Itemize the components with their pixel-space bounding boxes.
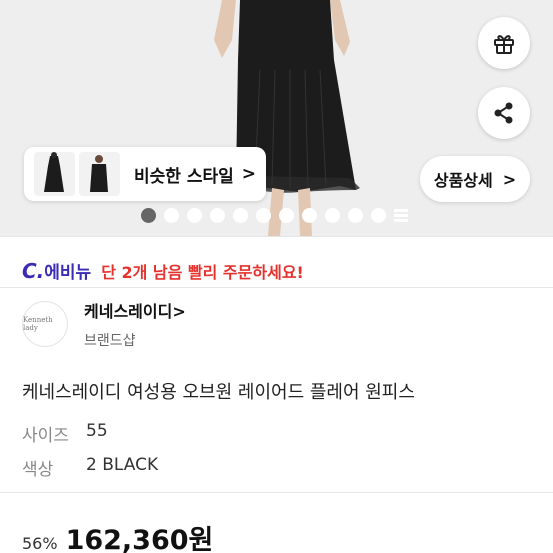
option-key: 사이즈 (22, 426, 69, 446)
brand-logo: Kenneth lady (22, 301, 68, 347)
carousel-dot[interactable] (325, 208, 340, 223)
carousel-dot[interactable] (302, 208, 317, 223)
carousel-dot[interactable] (256, 208, 271, 223)
carousel-dot[interactable] (279, 208, 294, 223)
carousel-dot[interactable] (141, 208, 156, 223)
stock-promo-banner: C.에비뉴 단 2개 남음 빨리 주문하세요! (22, 258, 304, 283)
low-stock-message: 단 2개 남음 빨리 주문하세요! (101, 263, 304, 282)
product-detail-button[interactable]: 상품상세 > (420, 156, 530, 202)
sale-price: 162,360원 (65, 525, 214, 553)
carousel-dot[interactable] (348, 208, 363, 223)
product-image-carousel[interactable]: 비슷한 스타일 > 상품상세 > (0, 0, 553, 236)
carousel-indicator (141, 208, 408, 223)
option-key: 색상 (22, 460, 54, 480)
option-row-color: 색상 2 BLACK (22, 455, 158, 480)
brand-name: 케네스레이디 (84, 302, 173, 321)
carousel-dot[interactable] (164, 208, 179, 223)
similar-style-label: 비슷한 스타일 (134, 166, 234, 187)
brand-section[interactable]: Kenneth lady 케네스레이디> 브랜드샵 (22, 298, 186, 350)
similar-style-button[interactable]: 비슷한 스타일 > (24, 147, 266, 201)
carousel-menu-icon[interactable] (394, 209, 408, 222)
carousel-dot[interactable] (371, 208, 386, 223)
divider (0, 287, 553, 288)
avenue-logo: C.에비뉴 (22, 259, 92, 283)
carousel-dot[interactable] (187, 208, 202, 223)
chevron-right-icon: > (172, 302, 186, 321)
product-detail-label: 상품상세 (433, 171, 493, 190)
chevron-right-icon: > (241, 164, 257, 184)
option-row-size: 사이즈 55 (22, 421, 108, 446)
similar-thumbnail-2 (79, 152, 120, 196)
carousel-dot[interactable] (233, 208, 248, 223)
gift-button[interactable] (478, 17, 530, 69)
divider (0, 236, 553, 237)
share-button[interactable] (478, 87, 530, 139)
share-icon (494, 102, 513, 124)
carousel-dot[interactable] (210, 208, 225, 223)
brand-link[interactable]: 케네스레이디> (84, 298, 186, 322)
gift-icon (494, 35, 514, 54)
divider (0, 492, 553, 493)
discount-rate: 56% (22, 534, 58, 553)
price-row: 56% 162,360원 (22, 518, 213, 553)
option-value: 2 BLACK (86, 455, 159, 475)
similar-thumbnail-1 (34, 152, 75, 196)
option-value: 55 (86, 421, 108, 441)
product-title: 케네스레이디 여성용 오브원 레이어드 플레어 원피스 (22, 382, 415, 403)
chevron-right-icon: > (502, 169, 517, 189)
brand-shop-label: 브랜드샵 (84, 333, 136, 349)
